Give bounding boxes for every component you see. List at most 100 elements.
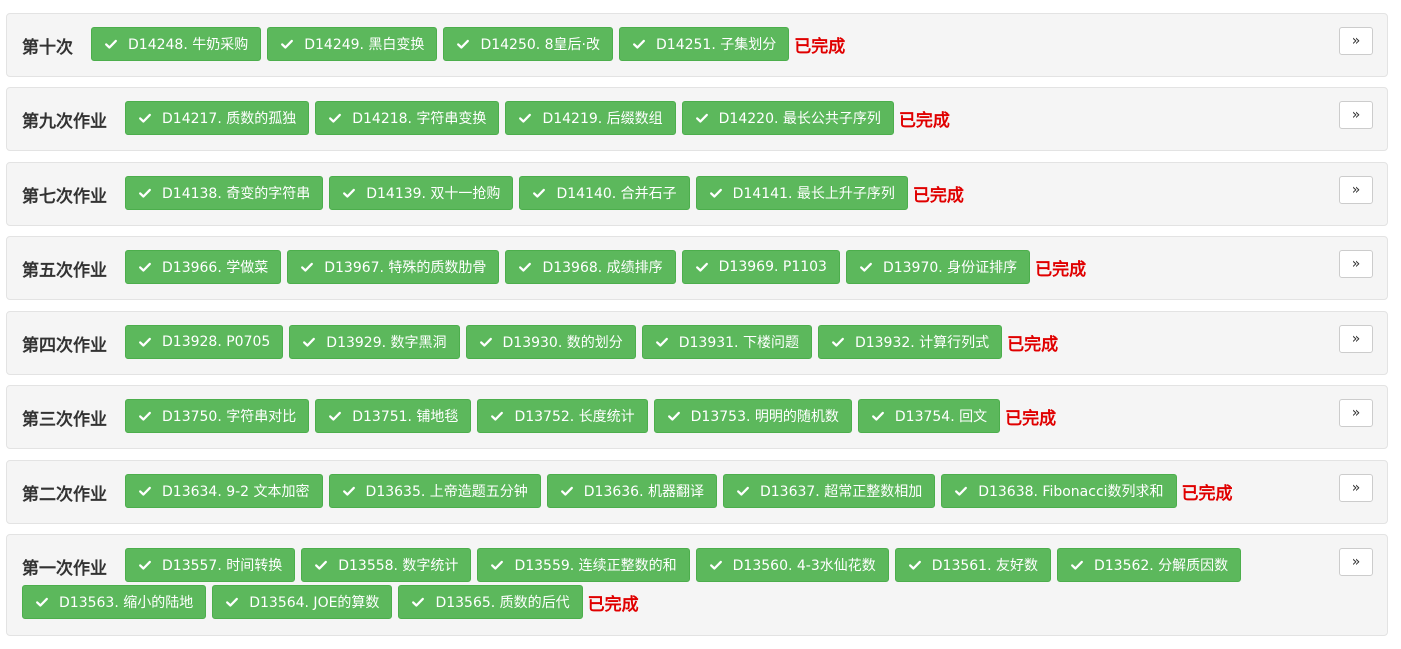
expand-button[interactable]: » xyxy=(1339,325,1373,353)
homework-title: 第九次作业 xyxy=(22,111,107,132)
problem-label: D13929. 数字黑洞 xyxy=(326,335,447,351)
problem-button[interactable]: D13753. 明明的随机数 xyxy=(653,399,852,433)
double-chevron-right-icon: » xyxy=(1351,256,1361,272)
homework-row: 第二次作业 D13634. 9-2 文本加密 D13635. 上帝造题五分钟 D136… xyxy=(6,460,1388,524)
problem-button[interactable]: D13928. P0705 xyxy=(125,325,284,359)
problem-label: D13930. 数的划分 xyxy=(502,335,623,351)
problem-button[interactable]: D13754. 回文 xyxy=(857,399,1001,433)
problem-label: D13562. 分解质因数 xyxy=(1093,558,1229,574)
problem-button[interactable]: D14138. 奇变的字符串 xyxy=(125,176,324,210)
check-icon xyxy=(871,409,885,423)
problem-button[interactable]: D13750. 字符串对比 xyxy=(125,399,310,433)
problem-button[interactable]: D13561. 友好数 xyxy=(894,548,1051,582)
check-icon xyxy=(736,484,750,498)
check-icon xyxy=(709,186,723,200)
problem-button[interactable]: D14140. 合并石子 xyxy=(519,176,690,210)
check-icon xyxy=(138,186,152,200)
problem-button[interactable]: D13636. 机器翻译 xyxy=(546,474,717,508)
homework-title: 第二次作业 xyxy=(22,484,107,505)
problem-button[interactable]: D13967. 特殊的质数肋骨 xyxy=(287,250,500,284)
problem-label: D13558. 数字统计 xyxy=(338,558,459,574)
problem-label: D13637. 超常正整数相加 xyxy=(759,484,923,500)
problem-button[interactable]: D14218. 字符串变换 xyxy=(315,101,500,135)
check-icon xyxy=(35,595,49,609)
problem-button[interactable]: D13970. 身份证排序 xyxy=(845,250,1031,284)
check-icon xyxy=(411,595,425,609)
problem-label: D13560. 4-3水仙花数 xyxy=(732,558,876,574)
check-icon xyxy=(479,335,493,349)
check-icon xyxy=(342,186,356,200)
expand-button[interactable]: » xyxy=(1339,548,1373,576)
check-icon xyxy=(490,558,504,572)
problem-button[interactable]: D14249. 黑白变换 xyxy=(267,27,438,61)
check-icon xyxy=(831,335,845,349)
problem-label: D13564. JOE的算数 xyxy=(249,595,380,611)
check-icon xyxy=(709,558,723,572)
double-chevron-right-icon: » xyxy=(1351,33,1361,49)
problem-label: D13969. P1103 xyxy=(718,259,827,275)
problem-button[interactable]: D13638. Fibonacci数列求和 xyxy=(941,474,1177,508)
problem-label: D14219. 后缀数组 xyxy=(542,111,663,127)
problem-label: D13565. 质数的后代 xyxy=(435,595,570,611)
problem-button[interactable]: D13968. 成绩排序 xyxy=(505,250,676,284)
problem-button[interactable]: D14248. 牛奶采购 xyxy=(91,27,262,61)
check-icon xyxy=(300,260,314,274)
double-chevron-right-icon: » xyxy=(1351,182,1361,198)
problem-button[interactable]: D13635. 上帝造题五分钟 xyxy=(328,474,541,508)
problem-button[interactable]: D13929. 数字黑洞 xyxy=(289,325,460,359)
check-icon xyxy=(328,111,342,125)
problem-label: D13966. 学做菜 xyxy=(162,260,269,276)
problem-button[interactable]: D13966. 学做菜 xyxy=(125,250,282,284)
expand-button[interactable]: » xyxy=(1339,399,1373,427)
problem-label: D14138. 奇变的字符串 xyxy=(162,186,311,202)
homework-row: 第七次作业 D14138. 奇变的字符串 D14139. 双十一抢购 D14140. … xyxy=(6,162,1388,226)
problem-button[interactable]: D14251. 子集划分 xyxy=(619,27,790,61)
problem-list: D13928. P0705 D13929. 数字黑洞 D13930. 数的划分 D13… xyxy=(125,325,1327,362)
problem-button[interactable]: D13931. 下楼问题 xyxy=(641,325,812,359)
problem-button[interactable]: D13558. 数字统计 xyxy=(301,548,472,582)
problem-button[interactable]: D14220. 最长公共子序列 xyxy=(681,101,894,135)
expand-button[interactable]: » xyxy=(1339,474,1373,502)
problem-label: D13932. 计算行列式 xyxy=(854,335,990,351)
problem-button[interactable]: D13969. P1103 xyxy=(681,250,840,284)
check-icon xyxy=(225,595,239,609)
problem-button[interactable]: D13563. 缩小的陆地 xyxy=(22,585,207,619)
problem-button[interactable]: D13564. JOE的算数 xyxy=(212,585,393,619)
problem-button[interactable]: D14219. 后缀数组 xyxy=(505,101,676,135)
double-chevron-right-icon: » xyxy=(1351,107,1361,123)
problem-button[interactable]: D13559. 连续正整数的和 xyxy=(477,548,690,582)
problem-button[interactable]: D14139. 双十一抢购 xyxy=(329,176,514,210)
expand-button[interactable]: » xyxy=(1339,250,1373,278)
problem-button[interactable]: D13930. 数的划分 xyxy=(465,325,636,359)
homework-row: 第三次作业 D13750. 字符串对比 D13751. 铺地毯 D13752. 长度统… xyxy=(6,385,1388,449)
problem-button[interactable]: D13637. 超常正整数相加 xyxy=(722,474,936,508)
problem-label: D13750. 字符串对比 xyxy=(162,409,297,425)
problem-button[interactable]: D13560. 4-3水仙花数 xyxy=(695,548,889,582)
problem-button[interactable]: D13634. 9-2 文本加密 xyxy=(125,474,323,508)
expand-button[interactable]: » xyxy=(1339,101,1373,129)
problem-list: D13750. 字符串对比 D13751. 铺地毯 D13752. 长度统计 D137… xyxy=(125,399,1327,436)
problem-button[interactable]: D14250. 8皇后·改 xyxy=(443,27,614,61)
check-icon xyxy=(138,558,152,572)
expand-button[interactable]: » xyxy=(1339,27,1373,55)
problem-button[interactable]: D14217. 质数的孤独 xyxy=(125,101,310,135)
check-icon xyxy=(104,37,118,51)
problem-button[interactable]: D13932. 计算行列式 xyxy=(817,325,1003,359)
problem-button[interactable]: D13557. 时间转换 xyxy=(125,548,296,582)
check-icon xyxy=(1070,558,1084,572)
problem-button[interactable]: D13752. 长度统计 xyxy=(477,399,648,433)
check-icon xyxy=(667,409,681,423)
problem-button[interactable]: D13565. 质数的后代 xyxy=(398,585,583,619)
problem-list: D14217. 质数的孤独 D14218. 字符串变换 D14219. 后缀数组 D1… xyxy=(125,101,1327,138)
problem-button[interactable]: D14141. 最长上升子序列 xyxy=(695,176,908,210)
problem-label: D13968. 成绩排序 xyxy=(542,260,663,276)
homework-title: 第四次作业 xyxy=(22,335,107,356)
completed-status: 已完成 xyxy=(1181,483,1233,504)
expand-button[interactable]: » xyxy=(1339,176,1373,204)
problem-label: D13634. 9-2 文本加密 xyxy=(162,484,310,500)
problem-button[interactable]: D13562. 分解质因数 xyxy=(1056,548,1242,582)
homework-title: 第三次作业 xyxy=(22,409,107,430)
problem-button[interactable]: D13751. 铺地毯 xyxy=(315,399,472,433)
check-icon xyxy=(859,260,873,274)
double-chevron-right-icon: » xyxy=(1351,405,1361,421)
